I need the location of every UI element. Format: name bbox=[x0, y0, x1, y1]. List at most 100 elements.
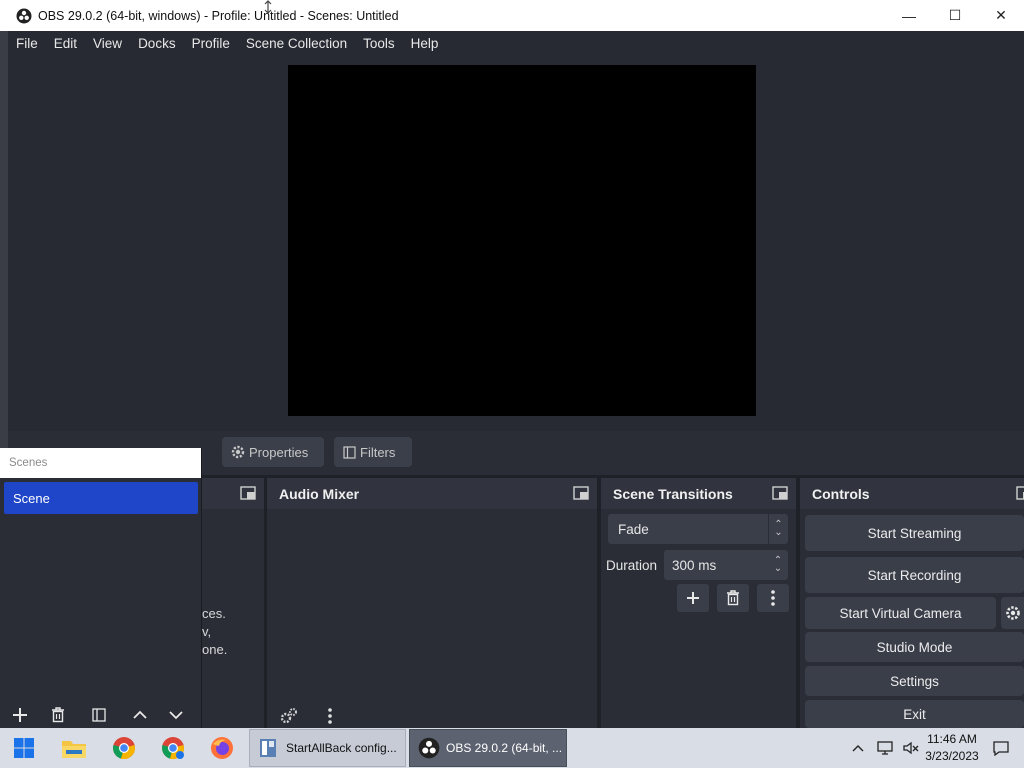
taskbar: StartAllBack config... OBS 29.0.2 (64-bi… bbox=[0, 728, 1024, 768]
transition-select-value: Fade bbox=[618, 521, 649, 537]
scene-transitions-title: Scene Transitions bbox=[613, 485, 733, 502]
start-recording-button[interactable]: Start Recording bbox=[805, 557, 1024, 593]
controls-header: Controls bbox=[800, 478, 1024, 509]
undock-icon[interactable] bbox=[573, 486, 589, 500]
firefox-icon bbox=[211, 737, 233, 759]
chrome-beta-taskbar-icon[interactable] bbox=[157, 732, 189, 764]
taskbar-task-label: StartAllBack config... bbox=[286, 741, 397, 755]
startallback-icon bbox=[260, 739, 276, 757]
chrome-icon bbox=[162, 737, 184, 759]
plus-icon bbox=[13, 708, 27, 722]
properties-label: Properties bbox=[249, 444, 309, 460]
chevron-up-icon[interactable] bbox=[850, 740, 866, 756]
move-scene-down-button[interactable] bbox=[158, 702, 194, 728]
taskbar-task-startallback[interactable]: StartAllBack config... bbox=[249, 729, 406, 767]
gear-icon bbox=[1005, 606, 1020, 620]
speaker-muted-icon[interactable] bbox=[902, 740, 920, 756]
resize-cursor-icon bbox=[264, 0, 272, 14]
clock-date: 3/23/2023 bbox=[925, 749, 979, 763]
transition-select[interactable]: Fade ⌃ ⌄ bbox=[608, 514, 788, 544]
scenes-toolbar bbox=[0, 702, 202, 728]
chrome-icon bbox=[113, 737, 135, 759]
start-streaming-button[interactable]: Start Streaming bbox=[805, 515, 1024, 551]
scene-list-item[interactable]: Scene bbox=[4, 482, 198, 514]
undock-icon[interactable] bbox=[1016, 486, 1024, 500]
sources-dock bbox=[200, 478, 264, 728]
scenes-dock-title[interactable]: Scenes bbox=[0, 448, 201, 478]
windows-logo-icon bbox=[14, 738, 34, 758]
undock-icon[interactable] bbox=[240, 486, 256, 500]
network-icon[interactable] bbox=[876, 740, 894, 756]
taskbar-task-obs[interactable]: OBS 29.0.2 (64-bit, ... bbox=[409, 729, 567, 767]
notification-icon[interactable] bbox=[992, 740, 1010, 756]
settings-button[interactable]: Settings bbox=[805, 666, 1024, 696]
scene-transitions-header: Scene Transitions bbox=[601, 478, 796, 509]
menu-docks[interactable]: Docks bbox=[130, 36, 184, 51]
file-explorer-taskbar-icon[interactable] bbox=[58, 732, 90, 764]
chrome-taskbar-icon[interactable] bbox=[108, 732, 140, 764]
duration-spinbox[interactable]: 300 ms ⌃ ⌄ bbox=[664, 550, 788, 580]
obs-logo-icon bbox=[418, 737, 440, 759]
minimize-button[interactable]: — bbox=[886, 0, 932, 31]
menu-view[interactable]: View bbox=[85, 36, 130, 51]
move-scene-up-button[interactable] bbox=[122, 702, 158, 728]
remove-transition-button[interactable] bbox=[717, 584, 749, 612]
remove-scene-button[interactable] bbox=[40, 702, 76, 728]
sources-hint-line: ces. bbox=[202, 606, 226, 621]
scene-filters-button[interactable] bbox=[76, 702, 122, 728]
duration-value: 300 ms bbox=[672, 557, 717, 573]
transition-options-button[interactable] bbox=[757, 584, 789, 612]
more-options-icon bbox=[771, 590, 775, 606]
start-virtual-camera-button[interactable]: Start Virtual Camera bbox=[805, 597, 996, 629]
close-button[interactable]: ✕ bbox=[978, 0, 1024, 31]
virtual-camera-settings-button[interactable] bbox=[1001, 597, 1024, 629]
filter-icon bbox=[343, 445, 356, 459]
window-titlebar: OBS 29.0.2 (64-bit, windows) - Profile: … bbox=[0, 0, 1024, 31]
window-title: OBS 29.0.2 (64-bit, windows) - Profile: … bbox=[38, 8, 399, 23]
program-preview[interactable] bbox=[288, 65, 756, 416]
menu-bar: File Edit View Docks Profile Scene Colle… bbox=[8, 31, 1024, 56]
sources-dock-header bbox=[200, 478, 264, 509]
filters-button[interactable]: Filters bbox=[334, 437, 412, 467]
sources-hint-line: v, bbox=[202, 624, 212, 639]
add-scene-button[interactable] bbox=[0, 702, 40, 728]
scenes-dock: Scenes Scene bbox=[0, 448, 202, 728]
exit-button[interactable]: Exit bbox=[805, 700, 1024, 728]
audio-mixer-dock: Audio Mixer bbox=[267, 478, 597, 728]
filters-label: Filters bbox=[360, 444, 396, 460]
chevron-down-icon bbox=[169, 711, 183, 720]
gear-icon bbox=[231, 445, 245, 459]
clock-time: 11:46 AM bbox=[927, 732, 977, 746]
menu-file[interactable]: File bbox=[8, 36, 46, 51]
obs-logo-icon bbox=[16, 8, 32, 23]
taskbar-task-label: OBS 29.0.2 (64-bit, ... bbox=[446, 741, 563, 755]
firefox-taskbar-icon[interactable] bbox=[206, 732, 238, 764]
trash-icon bbox=[727, 590, 739, 606]
folder-icon bbox=[62, 741, 86, 758]
studio-mode-button[interactable]: Studio Mode bbox=[805, 632, 1024, 662]
duration-label: Duration bbox=[606, 558, 658, 573]
sources-hint-line: one. bbox=[202, 642, 228, 657]
chevron-up-icon bbox=[133, 710, 147, 719]
select-arrows-icon: ⌃ ⌄ bbox=[768, 514, 788, 544]
more-options-icon[interactable] bbox=[324, 706, 336, 726]
system-tray bbox=[850, 728, 920, 768]
audio-mixer-header: Audio Mixer bbox=[267, 478, 597, 509]
menu-profile[interactable]: Profile bbox=[184, 36, 238, 51]
menu-scene-collection[interactable]: Scene Collection bbox=[238, 36, 355, 51]
menu-edit[interactable]: Edit bbox=[46, 36, 85, 51]
advanced-audio-icon[interactable] bbox=[279, 707, 299, 725]
taskbar-clock[interactable]: 11:46 AM 3/23/2023 bbox=[924, 731, 980, 765]
start-button[interactable] bbox=[8, 732, 40, 764]
audio-mixer-title: Audio Mixer bbox=[279, 485, 360, 502]
trash-icon bbox=[52, 707, 64, 723]
maximize-button[interactable]: ☐ bbox=[932, 0, 978, 31]
controls-title: Controls bbox=[812, 485, 870, 502]
spin-arrows-icon[interactable]: ⌃ ⌄ bbox=[768, 550, 788, 580]
add-transition-button[interactable] bbox=[677, 584, 709, 612]
properties-button[interactable]: Properties bbox=[222, 437, 324, 467]
menu-tools[interactable]: Tools bbox=[355, 36, 403, 51]
menu-help[interactable]: Help bbox=[403, 36, 447, 51]
plus-icon bbox=[687, 592, 699, 604]
undock-icon[interactable] bbox=[772, 486, 788, 500]
